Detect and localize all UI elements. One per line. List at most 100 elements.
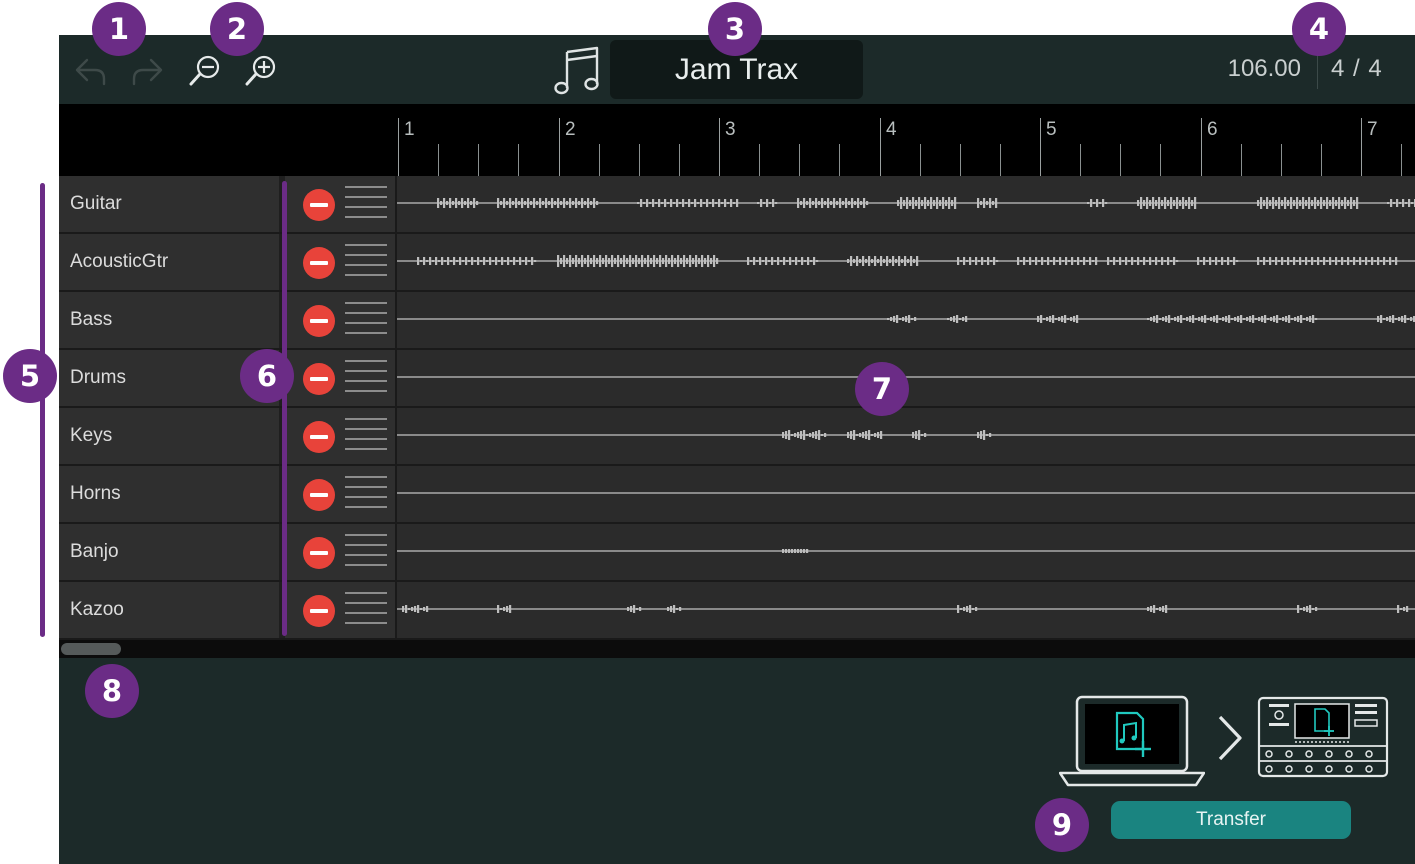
ruler-measure-number: 2 [565,119,576,140]
track-name-label[interactable]: Banjo [59,524,279,580]
drag-handle-icon[interactable] [345,244,387,278]
waveform [397,492,1415,494]
undo-icon [75,58,106,86]
ruler-beat-tick [1321,144,1322,176]
annotation-badge-9: 9 [1035,798,1089,852]
time-signature-display[interactable]: 4 / 4 [1331,55,1401,83]
track-name-label[interactable]: Guitar [59,176,279,232]
ruler-measure-number: 6 [1207,119,1218,140]
track-name-label[interactable]: AcousticGtr [59,234,279,290]
track-row: Keys [59,408,1415,464]
redo-button[interactable] [127,51,167,91]
annotation-badge-4: 4 [1292,2,1346,56]
ruler-measure-number: 7 [1367,119,1378,140]
remove-track-icon[interactable] [303,305,335,337]
drag-handle-icon[interactable] [345,302,387,336]
transfer-button[interactable]: Transfer [1111,801,1351,839]
annotation-badge-1: 1 [92,2,146,56]
track-waveform-lane[interactable] [397,234,1415,290]
ruler-beat-tick [438,144,439,176]
track-name-label[interactable]: Bass [59,292,279,348]
track-controls [285,292,395,348]
track-name-label[interactable]: Horns [59,466,279,522]
annotation-badge-7: 7 [855,362,909,416]
remove-track-icon[interactable] [303,421,335,453]
drag-handle-icon[interactable] [345,592,387,626]
track-waveform-lane[interactable] [397,466,1415,522]
remove-track-icon[interactable] [303,479,335,511]
ruler-beat-tick [1281,144,1282,176]
redo-icon [132,58,163,86]
annotation-badge-5: 5 [3,349,57,403]
track-row: Horns [59,466,1415,522]
drag-handle-icon[interactable] [345,418,387,452]
music-note-icon [554,46,599,95]
transfer-panel: Transfer [59,658,1415,864]
ruler-measure-number: 3 [725,119,736,140]
track-waveform-lane[interactable] [397,582,1415,638]
tempo-display[interactable]: 106.00 [1199,55,1301,83]
track-controls [285,234,395,290]
remove-track-icon[interactable] [303,189,335,221]
zoom-out-button[interactable] [185,51,225,91]
track-controls [285,176,395,232]
ruler-measure-line [719,118,720,176]
ruler-measure-line [1201,118,1202,176]
ruler-measure-line [1361,118,1362,176]
horizontal-scrollbar[interactable] [59,640,1415,658]
remove-track-icon[interactable] [303,595,335,627]
drag-handle-icon[interactable] [345,534,387,568]
track-row: Bass [59,292,1415,348]
ruler-beat-tick [599,144,600,176]
scrollbar-thumb[interactable] [61,643,121,655]
track-controls [285,582,395,638]
ruler-beat-tick [960,144,961,176]
annotation-badge-6: 6 [240,349,294,403]
hardware-unit-icon [1257,696,1389,778]
waveform [397,197,1415,209]
annotation-bracket-track-names [40,183,45,637]
track-waveform-lane[interactable] [397,524,1415,580]
ruler-measure-number: 4 [886,119,897,140]
track-name-label[interactable]: Keys [59,408,279,464]
drag-handle-icon[interactable] [345,360,387,394]
annotation-badge-2: 2 [210,2,264,56]
annotation-badge-8: 8 [85,664,139,718]
chevron-right-icon [1218,715,1242,761]
track-list: Guitar AcousticGtr Bass Drums Keys Horns Banjo… [59,176,1415,640]
ruler-beat-tick [839,144,840,176]
ruler-beat-tick [799,144,800,176]
track-row: Kazoo [59,582,1415,638]
ruler-beat-tick [518,144,519,176]
remove-track-icon[interactable] [303,363,335,395]
waveform [397,430,1415,440]
remove-track-icon[interactable] [303,247,335,279]
ruler-beat-tick [478,144,479,176]
waveform [397,549,1415,553]
undo-button[interactable] [71,51,111,91]
track-controls [285,350,395,406]
track-waveform-lane[interactable] [397,176,1415,232]
drag-handle-icon[interactable] [345,186,387,220]
track-controls [285,408,395,464]
track-waveform-lane[interactable] [397,408,1415,464]
laptop-icon [1059,695,1205,787]
track-waveform-lane[interactable] [397,292,1415,348]
remove-track-icon[interactable] [303,537,335,569]
ruler-beat-tick [639,144,640,176]
timeline-ruler[interactable]: 1 2 3 4 5 6 7 [59,104,1415,176]
ruler-beat-tick [1401,144,1402,176]
ruler-measure-line [880,118,881,176]
track-controls [285,524,395,580]
zoom-in-icon [245,55,276,86]
ruler-beat-tick [1120,144,1121,176]
zoom-in-button[interactable] [241,51,281,91]
waveform [397,605,1415,613]
track-name-label[interactable]: Kazoo [59,582,279,638]
ruler-beat-tick [1160,144,1161,176]
annotation-bracket-track-controls [282,181,287,636]
track-controls [285,466,395,522]
drag-handle-icon[interactable] [345,476,387,510]
ruler-measure-number: 1 [404,119,415,140]
ruler-beat-tick [920,144,921,176]
